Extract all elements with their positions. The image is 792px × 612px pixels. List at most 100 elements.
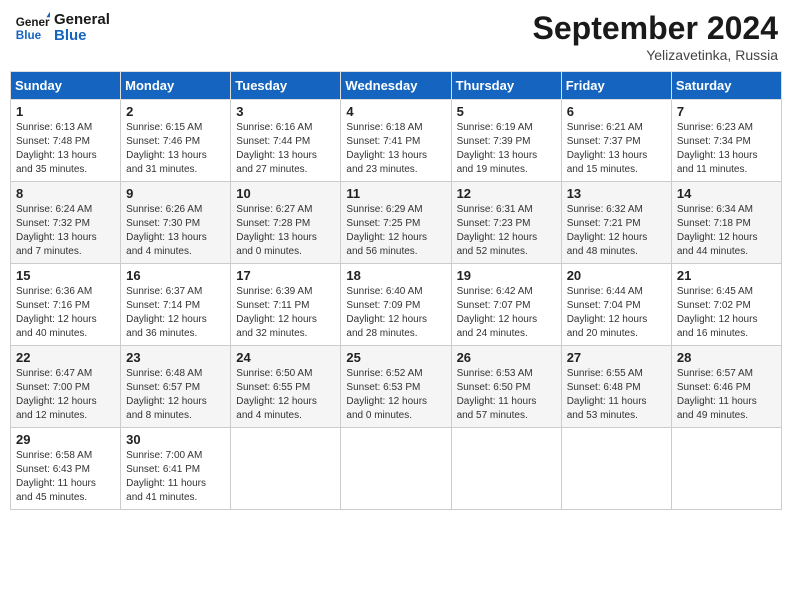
day-info: Sunrise: 6:26 AMSunset: 7:30 PMDaylight:… <box>126 204 207 257</box>
col-wednesday: Wednesday <box>341 72 451 100</box>
day-info: Sunrise: 6:29 AMSunset: 7:25 PMDaylight:… <box>346 204 427 257</box>
day-number: 2 <box>126 104 225 119</box>
calendar-day-cell: 3 Sunrise: 6:16 AMSunset: 7:44 PMDayligh… <box>231 100 341 182</box>
calendar-day-cell: 30 Sunrise: 7:00 AMSunset: 6:41 PMDaylig… <box>121 428 231 510</box>
day-number: 15 <box>16 268 115 283</box>
day-info: Sunrise: 6:19 AMSunset: 7:39 PMDaylight:… <box>457 122 538 175</box>
logo-text-blue: Blue <box>54 28 110 45</box>
calendar-day-cell: 19 Sunrise: 6:42 AMSunset: 7:07 PMDaylig… <box>451 264 561 346</box>
day-number: 26 <box>457 350 556 365</box>
day-number: 20 <box>567 268 666 283</box>
calendar-day-cell: 11 Sunrise: 6:29 AMSunset: 7:25 PMDaylig… <box>341 182 451 264</box>
day-info: Sunrise: 6:47 AMSunset: 7:00 PMDaylight:… <box>16 368 97 421</box>
day-number: 17 <box>236 268 335 283</box>
calendar-day-cell: 28 Sunrise: 6:57 AMSunset: 6:46 PMDaylig… <box>671 346 781 428</box>
day-info: Sunrise: 6:50 AMSunset: 6:55 PMDaylight:… <box>236 368 317 421</box>
day-info: Sunrise: 6:44 AMSunset: 7:04 PMDaylight:… <box>567 286 648 339</box>
day-number: 28 <box>677 350 776 365</box>
day-number: 13 <box>567 186 666 201</box>
calendar-day-cell: 1 Sunrise: 6:13 AMSunset: 7:48 PMDayligh… <box>11 100 121 182</box>
day-info: Sunrise: 6:45 AMSunset: 7:02 PMDaylight:… <box>677 286 758 339</box>
day-number: 4 <box>346 104 445 119</box>
calendar-day-cell: 2 Sunrise: 6:15 AMSunset: 7:46 PMDayligh… <box>121 100 231 182</box>
calendar-day-cell: 10 Sunrise: 6:27 AMSunset: 7:28 PMDaylig… <box>231 182 341 264</box>
calendar-week-row: 8 Sunrise: 6:24 AMSunset: 7:32 PMDayligh… <box>11 182 782 264</box>
day-info: Sunrise: 6:32 AMSunset: 7:21 PMDaylight:… <box>567 204 648 257</box>
day-info: Sunrise: 6:13 AMSunset: 7:48 PMDaylight:… <box>16 122 97 175</box>
col-monday: Monday <box>121 72 231 100</box>
calendar-week-row: 15 Sunrise: 6:36 AMSunset: 7:16 PMDaylig… <box>11 264 782 346</box>
calendar-day-cell: 12 Sunrise: 6:31 AMSunset: 7:23 PMDaylig… <box>451 182 561 264</box>
calendar-day-cell <box>451 428 561 510</box>
day-number: 30 <box>126 432 225 447</box>
calendar-day-cell: 9 Sunrise: 6:26 AMSunset: 7:30 PMDayligh… <box>121 182 231 264</box>
day-number: 10 <box>236 186 335 201</box>
day-number: 11 <box>346 186 445 201</box>
logo-icon: General Blue <box>14 10 50 46</box>
day-number: 27 <box>567 350 666 365</box>
day-info: Sunrise: 6:57 AMSunset: 6:46 PMDaylight:… <box>677 368 757 421</box>
calendar-day-cell: 25 Sunrise: 6:52 AMSunset: 6:53 PMDaylig… <box>341 346 451 428</box>
calendar-week-row: 29 Sunrise: 6:58 AMSunset: 6:43 PMDaylig… <box>11 428 782 510</box>
day-info: Sunrise: 6:21 AMSunset: 7:37 PMDaylight:… <box>567 122 648 175</box>
day-info: Sunrise: 6:16 AMSunset: 7:44 PMDaylight:… <box>236 122 317 175</box>
day-info: Sunrise: 6:53 AMSunset: 6:50 PMDaylight:… <box>457 368 537 421</box>
day-number: 6 <box>567 104 666 119</box>
day-number: 3 <box>236 104 335 119</box>
calendar-day-cell: 18 Sunrise: 6:40 AMSunset: 7:09 PMDaylig… <box>341 264 451 346</box>
day-info: Sunrise: 6:36 AMSunset: 7:16 PMDaylight:… <box>16 286 97 339</box>
day-info: Sunrise: 6:24 AMSunset: 7:32 PMDaylight:… <box>16 204 97 257</box>
calendar-day-cell: 24 Sunrise: 6:50 AMSunset: 6:55 PMDaylig… <box>231 346 341 428</box>
calendar-day-cell <box>671 428 781 510</box>
calendar-day-cell: 7 Sunrise: 6:23 AMSunset: 7:34 PMDayligh… <box>671 100 781 182</box>
day-info: Sunrise: 6:18 AMSunset: 7:41 PMDaylight:… <box>346 122 427 175</box>
calendar-day-cell: 20 Sunrise: 6:44 AMSunset: 7:04 PMDaylig… <box>561 264 671 346</box>
day-number: 22 <box>16 350 115 365</box>
day-number: 29 <box>16 432 115 447</box>
col-friday: Friday <box>561 72 671 100</box>
day-info: Sunrise: 6:39 AMSunset: 7:11 PMDaylight:… <box>236 286 317 339</box>
calendar-header-row: Sunday Monday Tuesday Wednesday Thursday… <box>11 72 782 100</box>
day-info: Sunrise: 7:00 AMSunset: 6:41 PMDaylight:… <box>126 450 206 503</box>
day-info: Sunrise: 6:52 AMSunset: 6:53 PMDaylight:… <box>346 368 427 421</box>
day-number: 7 <box>677 104 776 119</box>
logo-text-general: General <box>54 12 110 29</box>
day-info: Sunrise: 6:15 AMSunset: 7:46 PMDaylight:… <box>126 122 207 175</box>
day-info: Sunrise: 6:58 AMSunset: 6:43 PMDaylight:… <box>16 450 96 503</box>
day-number: 9 <box>126 186 225 201</box>
day-number: 25 <box>346 350 445 365</box>
calendar-day-cell <box>231 428 341 510</box>
calendar-day-cell: 14 Sunrise: 6:34 AMSunset: 7:18 PMDaylig… <box>671 182 781 264</box>
day-number: 5 <box>457 104 556 119</box>
day-info: Sunrise: 6:42 AMSunset: 7:07 PMDaylight:… <box>457 286 538 339</box>
calendar-day-cell <box>341 428 451 510</box>
calendar-day-cell: 26 Sunrise: 6:53 AMSunset: 6:50 PMDaylig… <box>451 346 561 428</box>
col-sunday: Sunday <box>11 72 121 100</box>
day-info: Sunrise: 6:48 AMSunset: 6:57 PMDaylight:… <box>126 368 207 421</box>
logo: General Blue General Blue <box>14 10 110 46</box>
calendar-table: Sunday Monday Tuesday Wednesday Thursday… <box>10 71 782 510</box>
day-number: 14 <box>677 186 776 201</box>
day-number: 8 <box>16 186 115 201</box>
calendar-day-cell: 22 Sunrise: 6:47 AMSunset: 7:00 PMDaylig… <box>11 346 121 428</box>
day-number: 1 <box>16 104 115 119</box>
day-info: Sunrise: 6:37 AMSunset: 7:14 PMDaylight:… <box>126 286 207 339</box>
calendar-week-row: 1 Sunrise: 6:13 AMSunset: 7:48 PMDayligh… <box>11 100 782 182</box>
calendar-day-cell: 21 Sunrise: 6:45 AMSunset: 7:02 PMDaylig… <box>671 264 781 346</box>
day-info: Sunrise: 6:23 AMSunset: 7:34 PMDaylight:… <box>677 122 758 175</box>
month-title: September 2024 <box>533 10 778 47</box>
col-tuesday: Tuesday <box>231 72 341 100</box>
calendar-day-cell: 15 Sunrise: 6:36 AMSunset: 7:16 PMDaylig… <box>11 264 121 346</box>
calendar-week-row: 22 Sunrise: 6:47 AMSunset: 7:00 PMDaylig… <box>11 346 782 428</box>
location: Yelizavetinka, Russia <box>533 47 778 63</box>
calendar-day-cell: 17 Sunrise: 6:39 AMSunset: 7:11 PMDaylig… <box>231 264 341 346</box>
day-number: 19 <box>457 268 556 283</box>
col-saturday: Saturday <box>671 72 781 100</box>
calendar-day-cell: 16 Sunrise: 6:37 AMSunset: 7:14 PMDaylig… <box>121 264 231 346</box>
day-info: Sunrise: 6:40 AMSunset: 7:09 PMDaylight:… <box>346 286 427 339</box>
day-number: 23 <box>126 350 225 365</box>
calendar-day-cell: 6 Sunrise: 6:21 AMSunset: 7:37 PMDayligh… <box>561 100 671 182</box>
day-info: Sunrise: 6:34 AMSunset: 7:18 PMDaylight:… <box>677 204 758 257</box>
col-thursday: Thursday <box>451 72 561 100</box>
calendar-day-cell <box>561 428 671 510</box>
